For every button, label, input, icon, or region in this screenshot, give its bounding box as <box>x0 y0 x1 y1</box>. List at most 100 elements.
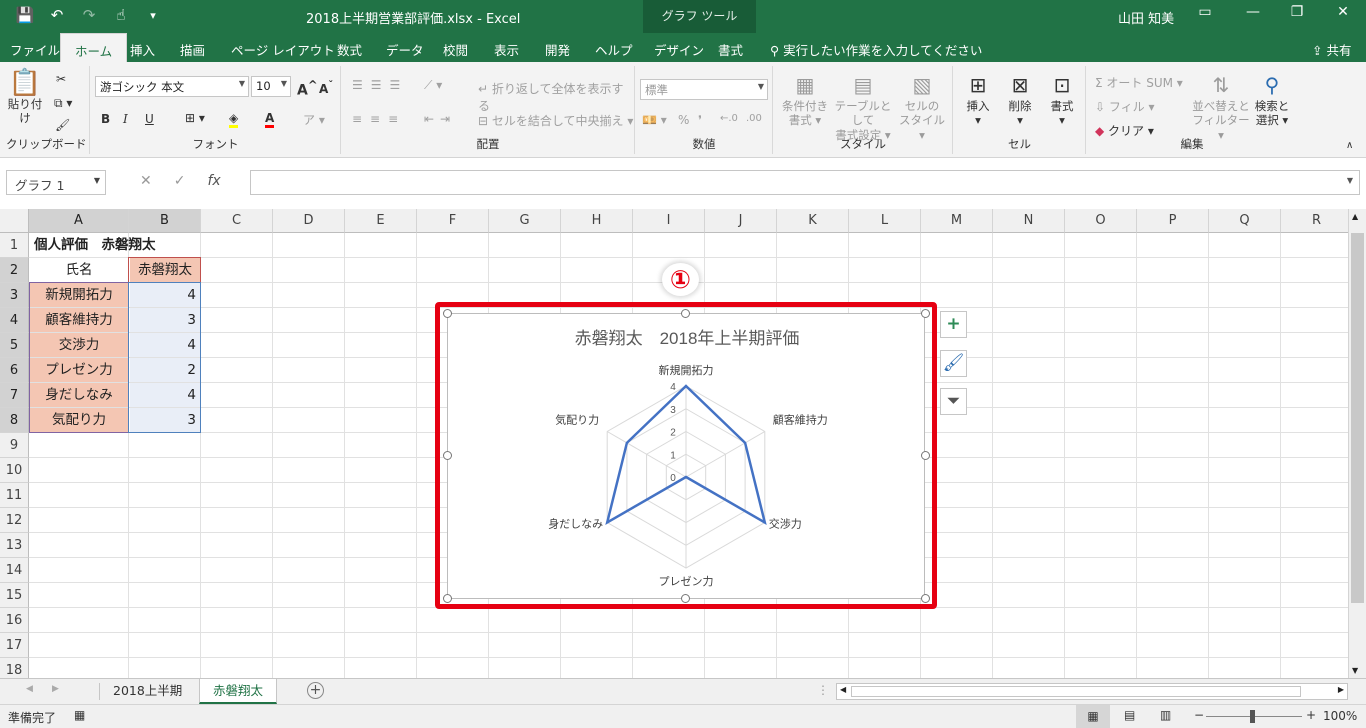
horizontal-scroll-thumb[interactable] <box>851 686 1301 697</box>
conditional-formatting-button[interactable]: ▦ 条件付き 書式 ▾ <box>778 74 832 128</box>
cell-item-label[interactable]: 交渉力 <box>30 333 128 357</box>
fx-icon[interactable]: fx <box>207 173 220 189</box>
user-name[interactable]: 山田 知美 <box>1118 8 1174 27</box>
resize-handle-top[interactable] <box>681 309 690 318</box>
italic-button[interactable]: I <box>123 112 128 126</box>
column-header-c[interactable]: C <box>201 209 273 233</box>
add-sheet-icon[interactable]: + <box>307 682 324 699</box>
column-header-i[interactable]: I <box>633 209 705 233</box>
tab-developer[interactable]: 開発 <box>545 40 570 59</box>
resize-handle-right[interactable] <box>921 451 930 460</box>
fill-color-icon[interactable]: ◈ <box>229 111 239 128</box>
cell-item-score[interactable]: 3 <box>130 308 200 332</box>
orientation-icon[interactable]: ⟋ ▾ <box>424 78 442 93</box>
column-header-l[interactable]: L <box>849 209 921 233</box>
tab-draw[interactable]: 描画 <box>180 40 205 59</box>
vertical-scrollbar[interactable]: ▲ ▼ <box>1348 209 1366 678</box>
tab-home[interactable]: ホーム <box>60 33 128 62</box>
grow-font-button[interactable]: A^ <box>297 78 318 99</box>
save-icon[interactable]: 💾 <box>14 6 36 24</box>
name-box[interactable]: グラフ 1 ▼ <box>6 170 106 195</box>
row-header-13[interactable]: 13 <box>0 533 29 558</box>
tab-file[interactable]: ファイル <box>10 40 60 59</box>
column-header-q[interactable]: Q <box>1209 209 1281 233</box>
cancel-icon[interactable]: ✕ <box>140 173 152 189</box>
merge-center-button[interactable]: ⊟ セルを結合して中央揃え ▾ <box>478 112 633 129</box>
horizontal-scrollbar[interactable]: ◀ ▶ <box>836 683 1348 700</box>
row-header-3[interactable]: 3 <box>0 283 29 308</box>
column-header-f[interactable]: F <box>417 209 489 233</box>
scroll-down-icon[interactable]: ▼ <box>1352 666 1358 675</box>
find-select-button[interactable]: ⚲ 検索と 選択 ▾ <box>1251 74 1293 128</box>
phonetic-guide-icon[interactable]: ア ▾ <box>303 111 325 128</box>
column-header-a[interactable]: A <box>29 209 129 233</box>
row-header-16[interactable]: 16 <box>0 608 29 633</box>
column-header-h[interactable]: H <box>561 209 633 233</box>
column-header-n[interactable]: N <box>993 209 1065 233</box>
row-header-18[interactable]: 18 <box>0 658 29 678</box>
zoom-in-icon[interactable]: + <box>1306 708 1316 722</box>
cell-a2-name-header[interactable]: 氏名 <box>30 258 128 282</box>
column-header-r[interactable]: R <box>1281 209 1348 233</box>
row-header-12[interactable]: 12 <box>0 508 29 533</box>
cell-styles-button[interactable]: ▧ セルの スタイル ▾ <box>896 74 948 142</box>
cell-item-score[interactable]: 2 <box>130 358 200 382</box>
font-size-combo[interactable]: 10 ▼ <box>251 76 291 97</box>
macro-record-icon[interactable]: ▦ <box>74 708 85 722</box>
resize-handle-top-right[interactable] <box>921 309 930 318</box>
normal-view-icon[interactable]: ▦ <box>1076 705 1110 728</box>
row-header-4[interactable]: 4 <box>0 308 29 333</box>
row-header-8[interactable]: 8 <box>0 408 29 433</box>
cell-b2-name[interactable]: 赤磐翔太 <box>130 258 200 282</box>
row-header-11[interactable]: 11 <box>0 483 29 508</box>
column-header-j[interactable]: J <box>705 209 777 233</box>
increase-decimal-icon[interactable]: ←.0 <box>720 113 738 124</box>
number-format-combo[interactable]: 標準 ▼ <box>640 79 768 100</box>
zoom-out-icon[interactable]: − <box>1194 708 1204 722</box>
next-sheet-icon[interactable]: ▶ <box>52 684 59 694</box>
cell-a1-title[interactable]: 個人評価 赤磐翔太 <box>30 233 230 257</box>
comma-icon[interactable]: ❜ <box>698 113 702 127</box>
zoom-slider-thumb[interactable] <box>1250 710 1255 723</box>
resize-handle-top-left[interactable] <box>443 309 452 318</box>
underline-button[interactable]: U <box>145 112 154 126</box>
wrap-text-button[interactable]: ↵ 折り返して全体を表示する <box>478 80 634 114</box>
tab-design[interactable]: デザイン <box>654 40 704 59</box>
format-painter-icon[interactable]: 🖌 <box>55 118 70 132</box>
page-layout-view-icon[interactable]: ▤ <box>1124 708 1135 722</box>
borders-icon[interactable]: ⊞ ▾ <box>185 111 205 125</box>
indent-icons[interactable]: ⇤⇥ <box>424 112 456 126</box>
column-header-k[interactable]: K <box>777 209 849 233</box>
row-header-9[interactable]: 9 <box>0 433 29 458</box>
column-header-p[interactable]: P <box>1137 209 1209 233</box>
enter-icon[interactable]: ✓ <box>174 173 186 189</box>
tab-insert[interactable]: 挿入 <box>130 40 155 59</box>
resize-handle-left[interactable] <box>443 451 452 460</box>
radar-chart[interactable]: 赤磐翔太 2018年上半期評価 0 1 2 3 4 新規開拓力 顧客維持力 交渉力 プレゼン力 身… <box>447 313 925 599</box>
redo-icon[interactable]: ↷ <box>78 6 100 24</box>
tab-split-handle-icon[interactable]: ⋮ <box>817 683 829 697</box>
cell-item-label[interactable]: 新規開拓力 <box>30 283 128 307</box>
zoom-level[interactable]: 100% <box>1323 709 1357 723</box>
sort-filter-button[interactable]: ⇅ 並べ替えと フィルター ▾ <box>1191 74 1251 142</box>
row-header-15[interactable]: 15 <box>0 583 29 608</box>
tab-review[interactable]: 校閲 <box>443 40 468 59</box>
collapse-ribbon-icon[interactable]: ∧ <box>1346 140 1353 151</box>
cell-item-label[interactable]: プレゼン力 <box>30 358 128 382</box>
currency-icon[interactable]: 💴 ▾ <box>642 113 667 127</box>
ribbon-display-options-icon[interactable]: ▭ <box>1190 4 1220 20</box>
minimize-icon[interactable]: — <box>1238 4 1268 20</box>
font-name-combo[interactable]: 游ゴシック 本文 ▼ <box>95 76 249 97</box>
chart-filters-button[interactable]: ⏷ <box>940 388 967 415</box>
vertical-scroll-thumb[interactable] <box>1351 233 1364 603</box>
resize-handle-bottom-right[interactable] <box>921 594 930 603</box>
row-header-5[interactable]: 5 <box>0 333 29 358</box>
tab-view[interactable]: 表示 <box>494 40 519 59</box>
delete-cells-button[interactable]: ⊠ 削除 ▾ <box>1000 74 1040 128</box>
paste-button[interactable]: 📋 貼り付け <box>4 70 46 126</box>
cell-item-label[interactable]: 身だしなみ <box>30 383 128 407</box>
vertical-align-icons[interactable]: ☰☰☰ <box>352 78 408 92</box>
resize-handle-bottom[interactable] <box>681 594 690 603</box>
cell-item-score[interactable]: 3 <box>130 408 200 432</box>
scroll-left-icon[interactable]: ◀ <box>840 685 846 694</box>
